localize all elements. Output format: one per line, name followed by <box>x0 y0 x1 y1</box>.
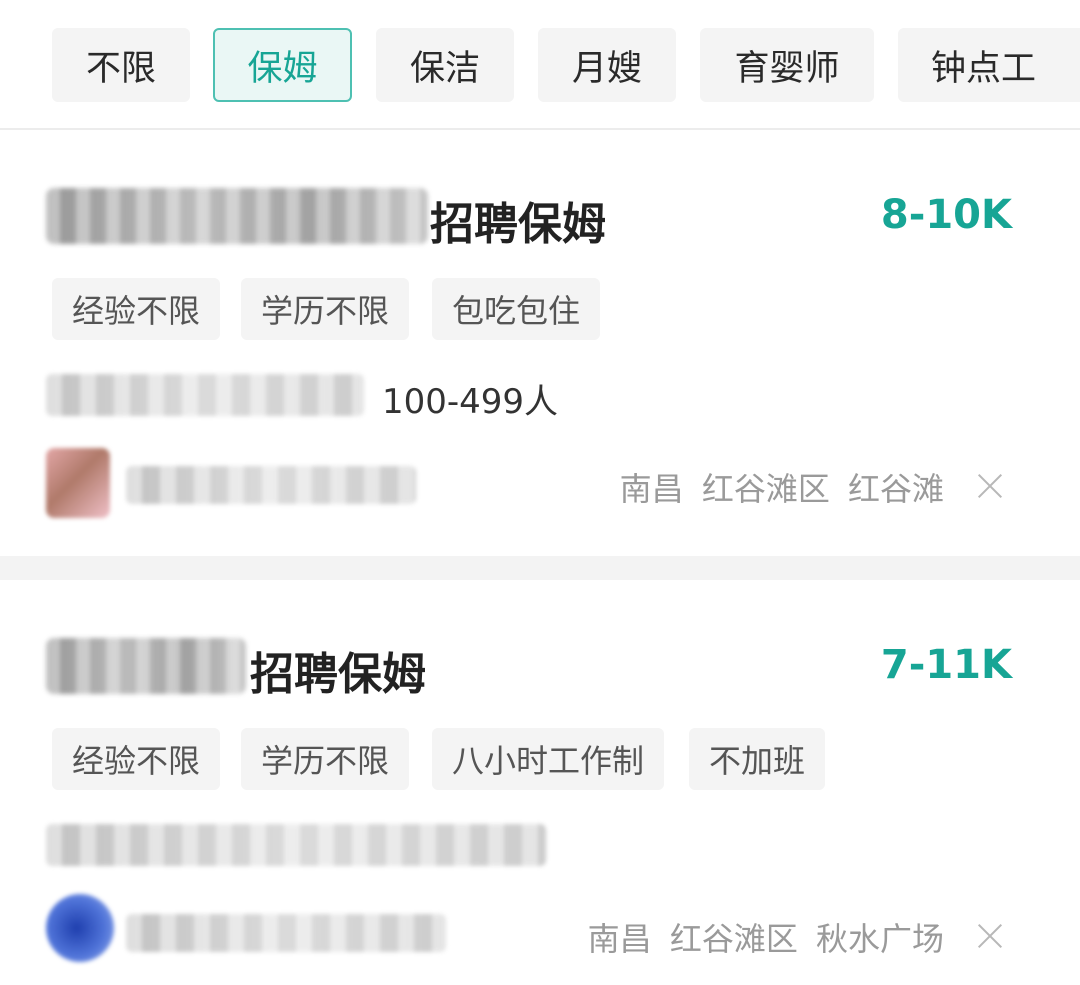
job-card[interactable]: 招聘保姆 7-11K 经验不限 学历不限 八小时工作制 不加班 南昌 红谷滩区 … <box>0 580 1080 985</box>
filter-chip-childcare[interactable]: 育婴师 <box>700 28 874 102</box>
job-tag: 经验不限 <box>52 728 221 790</box>
filter-chip-cleaning[interactable]: 保洁 <box>376 28 514 102</box>
redacted-job-title <box>46 638 246 694</box>
filter-chip-maternity-nurse[interactable]: 月嫂 <box>538 28 676 102</box>
redacted-company-info <box>46 824 546 866</box>
job-tag: 学历不限 <box>241 728 410 790</box>
redacted-job-title <box>46 188 428 244</box>
job-card[interactable]: 招聘保姆 8-10K 经验不限 学历不限 包吃包住 100-499人 南昌 红谷… <box>0 130 1080 556</box>
job-tag: 包吃包住 <box>432 278 601 340</box>
job-title: 招聘保姆 <box>430 199 606 250</box>
close-icon[interactable] <box>977 472 1003 498</box>
salary: 8-10K <box>880 192 1012 238</box>
job-tag: 经验不限 <box>52 278 221 340</box>
job-tag: 学历不限 <box>241 278 410 340</box>
redacted-recruiter-name <box>126 466 416 504</box>
filter-chip-hourly[interactable]: 钟点工 <box>898 28 1080 102</box>
recruiter-avatar <box>46 894 114 962</box>
redacted-company-name <box>46 374 364 416</box>
redacted-recruiter-name <box>126 914 446 952</box>
job-tag: 八小时工作制 <box>432 728 665 790</box>
category-filter-bar: 不限 保姆 保洁 月嫂 育婴师 钟点工 <box>0 0 1080 130</box>
salary: 7-11K <box>880 642 1012 688</box>
card-divider <box>0 556 1080 580</box>
job-tag: 不加班 <box>689 728 826 790</box>
job-title: 招聘保姆 <box>250 649 426 700</box>
job-location: 南昌 红谷滩区 秋水广场 <box>587 920 944 958</box>
recruiter-avatar <box>46 448 110 518</box>
filter-chip-nanny[interactable]: 保姆 <box>213 28 352 102</box>
job-location: 南昌 红谷滩区 红谷滩 <box>619 470 944 508</box>
company-size: 100-499人 <box>382 382 559 422</box>
close-icon[interactable] <box>977 922 1003 948</box>
filter-chip-unlimited[interactable]: 不限 <box>52 28 190 102</box>
